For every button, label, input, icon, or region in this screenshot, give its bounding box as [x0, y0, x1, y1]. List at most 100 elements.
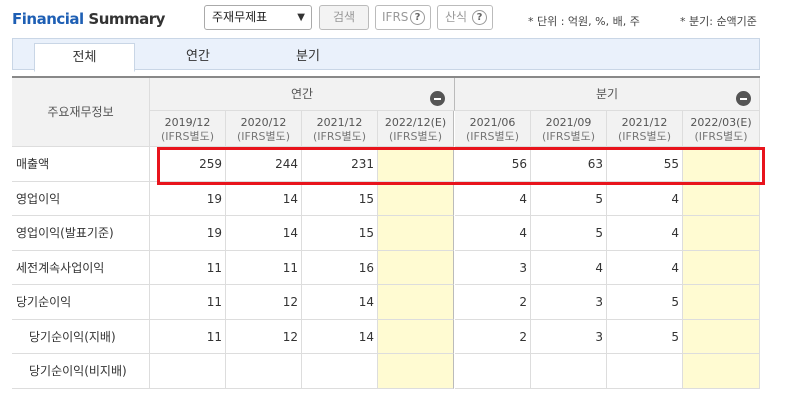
column-period: 2020/12 [240, 116, 287, 129]
column-header: 2021/06 (IFRS별도) [455, 111, 531, 147]
row-label[interactable]: 영업이익 [12, 181, 150, 216]
table-cell: 3 [531, 319, 607, 354]
column-period: 2021/12 [621, 116, 668, 129]
column-basis: (IFRS별도) [388, 130, 443, 143]
table-cell: 3 [455, 250, 531, 285]
table-cell [683, 285, 760, 320]
tab-annual[interactable]: 연간 [148, 43, 248, 71]
statement-type-select[interactable]: 주재무제표 ▼ [204, 5, 312, 30]
highlight-box [157, 147, 765, 185]
table-cell: 14 [226, 216, 302, 251]
row-label[interactable]: 세전계속사업이익 [12, 250, 150, 285]
search-button[interactable]: 검색 [319, 5, 369, 30]
table-cell [683, 181, 760, 216]
table-cell: 5 [607, 285, 683, 320]
table-cell: 4 [607, 216, 683, 251]
table-cell: 11 [226, 250, 302, 285]
table-cell: 14 [302, 319, 378, 354]
column-header: 2019/12 (IFRS별도) [150, 111, 226, 147]
table-cell: 11 [150, 285, 226, 320]
row-label[interactable]: 당기순이익 [12, 285, 150, 320]
collapse-annual-icon[interactable] [430, 91, 445, 106]
table-cell: 11 [150, 250, 226, 285]
ifrs-label: IFRS [382, 10, 409, 24]
table-cell [683, 354, 760, 389]
question-icon: ? [410, 10, 425, 25]
table-cell [378, 285, 454, 320]
table-cell: 4 [531, 250, 607, 285]
table-cell [683, 216, 760, 251]
column-basis: (IFRS별도) [694, 130, 748, 143]
table-cell [302, 354, 378, 389]
table-cell: 3 [531, 285, 607, 320]
row-label: 당기순이익(비지배) [12, 354, 150, 389]
column-period: 2021/06 [469, 116, 516, 129]
column-period: 2022/03(E) [690, 116, 752, 129]
collapse-quarter-icon[interactable] [736, 91, 751, 106]
table-cell: 2 [455, 319, 531, 354]
table-cell [455, 354, 531, 389]
table-cell: 19 [150, 216, 226, 251]
tab-all[interactable]: 전체 [34, 43, 135, 72]
table-cell: 5 [607, 319, 683, 354]
unit-note: * 단위 : 억원, %, 배, 주 [528, 15, 640, 28]
period-note: * 분기: 순액기준 [680, 15, 757, 28]
column-basis: (IFRS별도) [160, 130, 215, 143]
table-cell: 14 [302, 285, 378, 320]
table-cell: 5 [531, 181, 607, 216]
corner-header: 주요재무정보 [12, 78, 150, 147]
tab-quarter[interactable]: 분기 [258, 43, 358, 71]
table-cell: 16 [302, 250, 378, 285]
table-cell [378, 181, 454, 216]
column-period: 2019/12 [164, 116, 211, 129]
column-header: 2021/12 (IFRS별도) [302, 111, 378, 147]
table-cell: 11 [150, 319, 226, 354]
table-cell [683, 319, 760, 354]
column-basis: (IFRS별도) [465, 130, 520, 143]
financial-summary-table: 주요재무정보 연간 분기 2019/12 (IFRS별도) 2020/12 (IFRS별도)… [12, 76, 760, 405]
tab-bar: 전체 연간 분기 [12, 38, 760, 72]
table-cell: 12 [226, 319, 302, 354]
table-cell: 15 [302, 216, 378, 251]
column-header: 2022/12(E) (IFRS별도) [378, 111, 454, 147]
table-cell: 4 [455, 181, 531, 216]
question-icon: ? [472, 10, 487, 25]
column-basis: (IFRS별도) [617, 130, 672, 143]
row-label: 영업이익(발표기준) [12, 216, 150, 251]
table-cell [226, 354, 302, 389]
annual-group-header: 연간 [150, 78, 455, 111]
ifrs-help-button[interactable]: IFRS ? [375, 5, 431, 30]
formula-label: 산식 [445, 10, 468, 24]
table-cell: 15 [302, 181, 378, 216]
page-title: Financial Summary [12, 10, 165, 28]
table-cell [150, 354, 226, 389]
table-cell [683, 250, 760, 285]
table-cell: 5 [531, 216, 607, 251]
table-cell [378, 250, 454, 285]
column-basis: (IFRS별도) [236, 130, 291, 143]
formula-help-button[interactable]: 산식 ? [437, 5, 493, 30]
column-header: 2021/12 (IFRS별도) [607, 111, 683, 147]
brand-financial: Financial [12, 10, 84, 28]
column-basis: (IFRS별도) [541, 130, 596, 143]
column-header: 2020/12 (IFRS별도) [226, 111, 302, 147]
topbar: Financial Summary 주재무제표 ▼ 검색 IFRS ? 산식 ?… [0, 0, 788, 36]
table-cell: 14 [226, 181, 302, 216]
row-label: 당기순이익(지배) [12, 319, 150, 354]
brand-summary: Summary [88, 10, 165, 28]
table-cell [378, 319, 454, 354]
table-cell: 19 [150, 181, 226, 216]
table-cell: 4 [607, 181, 683, 216]
column-header: 2022/03(E) (IFRS별도) [683, 111, 760, 147]
column-basis: (IFRS별도) [312, 130, 367, 143]
table-cell [607, 354, 683, 389]
chevron-down-icon: ▼ [297, 12, 305, 23]
table-cell: 4 [455, 216, 531, 251]
table-cell: 12 [226, 285, 302, 320]
row-label[interactable]: 매출액 [12, 147, 150, 182]
column-period: 2021/09 [545, 116, 592, 129]
table-cell [378, 216, 454, 251]
table-cell: 4 [607, 250, 683, 285]
column-period: 2022/12(E) [384, 116, 447, 129]
quarter-group-header: 분기 [455, 78, 760, 111]
